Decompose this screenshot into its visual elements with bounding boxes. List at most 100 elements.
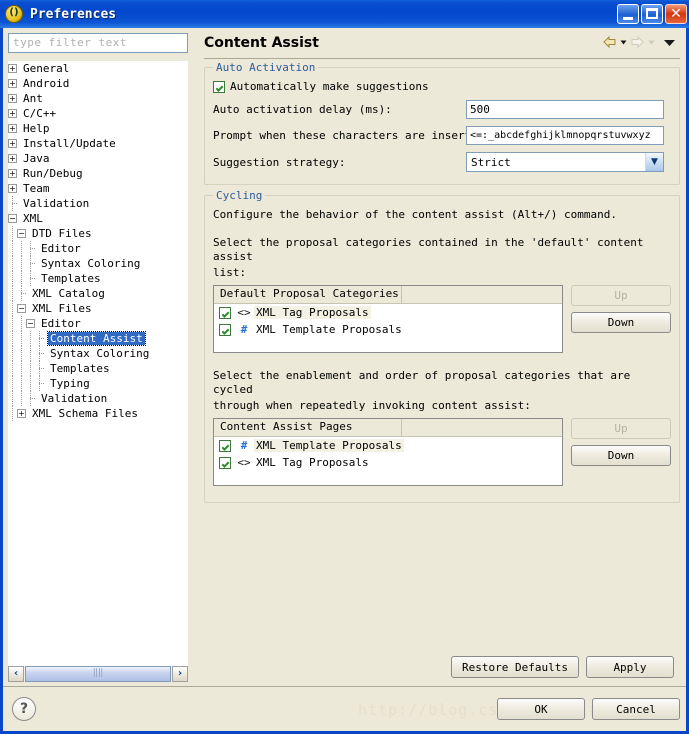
pages-table-column-name: Content Assist Pages <box>214 419 402 436</box>
tree-item-xml-files[interactable]: − XML Files <box>8 301 188 316</box>
row-checkbox[interactable] <box>219 323 231 336</box>
preference-page-content: Auto Activation Automatically make sugge… <box>198 59 680 656</box>
tree-item-c-c-[interactable]: + C/C++ <box>8 106 188 121</box>
tree-item-typing[interactable]: Typing <box>8 376 188 391</box>
tree-leaf-connector <box>8 196 18 211</box>
cycling-description: Configure the behavior of the content as… <box>213 208 617 221</box>
tree-item-label: Ant <box>23 92 43 105</box>
default-proposal-categories-table[interactable]: Default Proposal Categories <> XML Tag P… <box>213 285 563 353</box>
tree-item-syntax-coloring[interactable]: Syntax Coloring <box>8 256 188 271</box>
tree-item-templates[interactable]: Templates <box>8 271 188 286</box>
expand-icon[interactable]: + <box>8 94 17 103</box>
expand-icon[interactable]: + <box>8 184 17 193</box>
chevron-down-icon[interactable]: ▼ <box>645 153 663 171</box>
table-row[interactable]: # XML Template Proposals <box>214 437 562 454</box>
table-row[interactable]: <> XML Tag Proposals <box>214 304 562 321</box>
scroll-right-button[interactable]: › <box>172 666 188 682</box>
page-menu-icon[interactable] <box>663 34 676 53</box>
tree-item-content-assist[interactable]: Content Assist <box>8 331 188 346</box>
restore-defaults-button[interactable]: Restore Defaults <box>451 656 579 678</box>
tree-item-ant[interactable]: + Ant <box>8 91 188 106</box>
tree-item-validation[interactable]: Validation <box>8 196 188 211</box>
tree-item-editor[interactable]: Editor <box>8 241 188 256</box>
activation-delay-input[interactable]: 500 <box>466 100 664 119</box>
forward-history-menu-icon <box>647 34 656 53</box>
tree-item-install-update[interactable]: + Install/Update <box>8 136 188 151</box>
preference-tree[interactable]: + General + Android + Ant + C/C++ + Help + Install/… <box>8 61 188 666</box>
tree-indent-guide <box>17 241 26 256</box>
expand-icon[interactable]: + <box>8 79 17 88</box>
tree-item-label: Editor <box>41 242 81 255</box>
tree-item-android[interactable]: + Android <box>8 76 188 91</box>
tree-item-team[interactable]: + Team <box>8 181 188 196</box>
row-checkbox[interactable] <box>219 306 231 319</box>
ok-button[interactable]: OK <box>497 698 585 720</box>
prompt-characters-row: Prompt when these characters are inserte… <box>213 126 671 145</box>
row-checkbox[interactable] <box>219 439 231 452</box>
suggestion-strategy-select[interactable]: Strict ▼ <box>466 152 664 172</box>
row-checkbox[interactable] <box>219 456 231 469</box>
pages-down-label: Down <box>607 449 635 462</box>
expand-icon[interactable]: + <box>17 409 26 418</box>
maximize-button[interactable] <box>641 4 663 24</box>
pages-down-button[interactable]: Down <box>571 445 671 466</box>
tree-indent-guide <box>17 376 26 391</box>
expand-icon[interactable]: + <box>8 64 17 73</box>
tree-item-label: Team <box>23 182 50 195</box>
filter-input[interactable]: type filter text <box>8 33 188 53</box>
tree-item-xml[interactable]: − XML <box>8 211 188 226</box>
collapse-icon[interactable]: − <box>17 229 26 238</box>
tree-item-label: Editor <box>41 317 81 330</box>
tree-item-dtd-files[interactable]: − DTD Files <box>8 226 188 241</box>
tree-indent-guide <box>8 406 17 421</box>
tree-item-label: XML Files <box>32 302 92 315</box>
minimize-button[interactable] <box>617 4 639 24</box>
tree-indent-guide <box>17 391 26 406</box>
expand-icon[interactable]: + <box>8 124 17 133</box>
scroll-left-button[interactable]: ‹ <box>8 666 24 682</box>
tree-item-run-debug[interactable]: + Run/Debug <box>8 166 188 181</box>
apply-button[interactable]: Apply <box>586 656 674 678</box>
tree-item-label: Syntax Coloring <box>50 347 150 360</box>
tree-item-general[interactable]: + General <box>8 61 188 76</box>
scroll-thumb[interactable]: ‖‖ <box>25 666 171 682</box>
tree-item-help[interactable]: + Help <box>8 121 188 136</box>
collapse-icon[interactable]: − <box>26 319 35 328</box>
page-header: Content Assist <box>198 28 680 58</box>
suggestion-strategy-value: Strict <box>471 155 511 169</box>
help-button[interactable]: ? <box>12 697 36 721</box>
tree-item-xml-schema-files[interactable]: + XML Schema Files <box>8 406 188 421</box>
pages-up-button[interactable]: Up <box>571 418 671 439</box>
tree-indent-guide <box>8 256 17 271</box>
cancel-button[interactable]: Cancel <box>592 698 680 720</box>
tree-item-editor[interactable]: − Editor <box>8 316 188 331</box>
collapse-icon[interactable]: − <box>17 304 26 313</box>
tree-item-xml-catalog[interactable]: XML Catalog <box>8 286 188 301</box>
close-button[interactable]: ✕ <box>665 4 687 24</box>
table-row[interactable]: # XML Template Proposals <box>214 321 562 338</box>
auto-suggest-row[interactable]: Automatically make suggestions <box>213 80 671 93</box>
row-label: XML Template Proposals <box>256 323 402 336</box>
tree-item-templates[interactable]: Templates <box>8 361 188 376</box>
expand-icon[interactable]: + <box>8 109 17 118</box>
tree-indent-guide <box>26 346 35 361</box>
auto-suggest-checkbox[interactable] <box>213 80 225 93</box>
back-history-menu-icon[interactable] <box>619 34 628 53</box>
pages-table-buttons: Up Down <box>571 418 671 472</box>
table-row[interactable]: <> XML Tag Proposals <box>214 454 562 471</box>
default-down-button[interactable]: Down <box>571 312 671 333</box>
expand-icon[interactable]: + <box>8 139 17 148</box>
tree-horizontal-scrollbar[interactable]: ‹ ‖‖ › <box>8 666 188 682</box>
tree-item-java[interactable]: + Java <box>8 151 188 166</box>
tree-item-syntax-coloring[interactable]: Syntax Coloring <box>8 346 188 361</box>
tree-item-validation[interactable]: Validation <box>8 391 188 406</box>
collapse-icon[interactable]: − <box>8 214 17 223</box>
expand-icon[interactable]: + <box>8 154 17 163</box>
prompt-characters-input[interactable]: <=:_abcdefghijklmnopqrstuvwxyz <box>466 126 664 145</box>
back-button[interactable] <box>601 34 618 53</box>
default-up-button[interactable]: Up <box>571 285 671 306</box>
dialog-body: type filter text + General + Android + Ant + C/… <box>3 28 686 684</box>
auto-suggest-label: Automatically make suggestions <box>230 80 429 93</box>
expand-icon[interactable]: + <box>8 169 17 178</box>
content-assist-pages-table[interactable]: Content Assist Pages # XML Template Prop… <box>213 418 563 486</box>
